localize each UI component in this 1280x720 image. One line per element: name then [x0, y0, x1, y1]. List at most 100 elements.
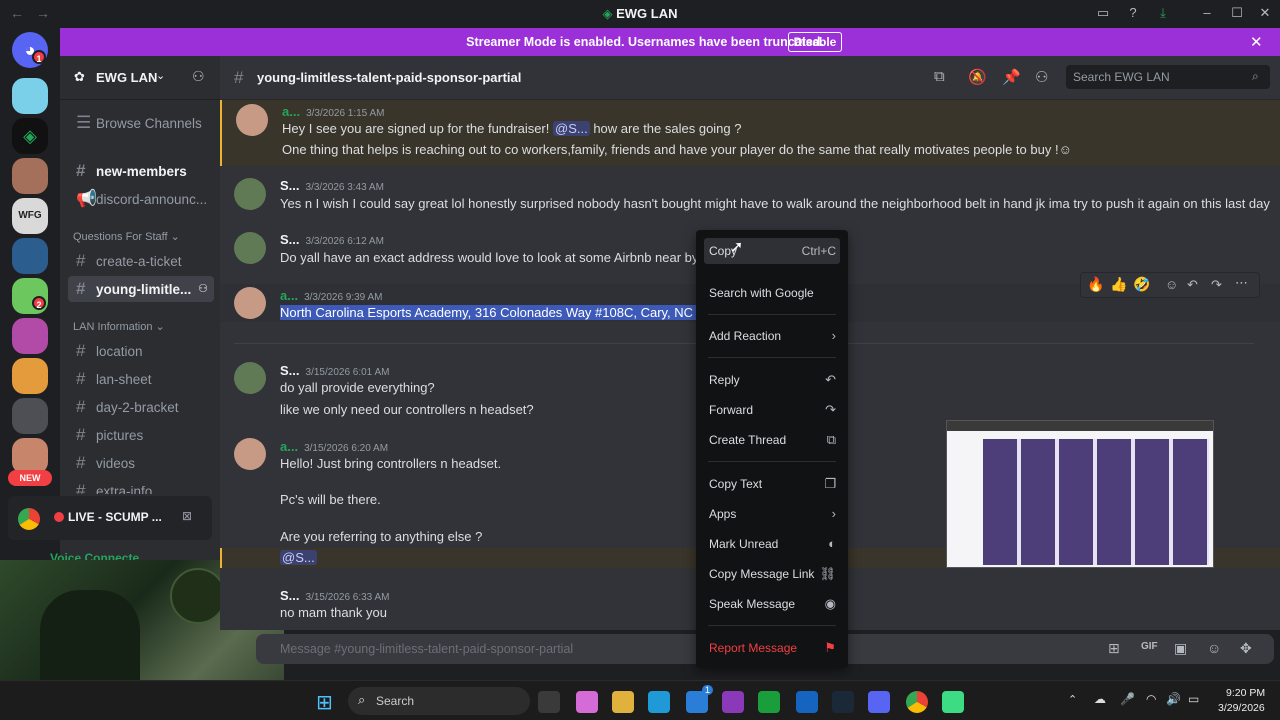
username[interactable]: a...: [280, 288, 298, 303]
battery-icon[interactable]: ▭: [1188, 692, 1199, 706]
channel-day-2-bracket[interactable]: # day-2-bracket: [68, 394, 214, 420]
server-icon[interactable]: [12, 398, 48, 434]
maximize-icon[interactable]: ☐: [1228, 5, 1246, 23]
chevron-up-icon[interactable]: ⌃: [1068, 693, 1077, 706]
menu-report[interactable]: Report Message ⚑: [704, 635, 840, 661]
channel-location[interactable]: # location: [68, 338, 214, 364]
sticker-icon[interactable]: ▣: [1174, 640, 1187, 657]
channel-new-members[interactable]: # new-members: [68, 158, 214, 184]
more-icon[interactable]: ⋯: [1235, 275, 1248, 291]
close-window-icon[interactable]: ✕: [1256, 5, 1274, 23]
close-icon[interactable]: ✕: [1250, 33, 1263, 51]
help-icon[interactable]: ?: [1124, 5, 1142, 23]
edge-icon[interactable]: [648, 691, 670, 713]
server-icon[interactable]: WFG: [12, 198, 48, 234]
channel-create-ticket[interactable]: # create-a-ticket: [68, 248, 214, 274]
microphone-icon[interactable]: 🎤: [1120, 692, 1135, 706]
volume-icon[interactable]: 🔊: [1166, 692, 1181, 706]
gift-icon[interactable]: ⊞: [1108, 640, 1120, 657]
cloud-icon[interactable]: ☁: [1094, 692, 1106, 706]
task-view-icon[interactable]: [538, 691, 560, 713]
start-icon[interactable]: ⊞: [316, 690, 333, 715]
server-icon[interactable]: [12, 238, 48, 274]
add-reaction-icon[interactable]: ☺: [1165, 277, 1178, 292]
category-questions[interactable]: Questions For Staff ⌄: [73, 230, 180, 243]
wifi-icon[interactable]: ◠: [1146, 692, 1156, 706]
username[interactable]: S...: [280, 232, 300, 247]
username[interactable]: a...: [280, 439, 298, 454]
menu-copy[interactable]: Copy Ctrl+C: [704, 238, 840, 264]
avatar[interactable]: [234, 362, 266, 394]
avatar[interactable]: [234, 232, 266, 264]
thumbs-up-reaction-icon[interactable]: 👍: [1110, 276, 1127, 293]
fire-reaction-icon[interactable]: 🔥: [1087, 276, 1104, 293]
mute-bell-icon[interactable]: 🔕: [968, 68, 987, 86]
disable-button[interactable]: Disable: [788, 32, 842, 52]
file-explorer-icon[interactable]: [612, 691, 634, 713]
minimize-icon[interactable]: –: [1198, 5, 1216, 23]
user-mention[interactable]: @S...: [553, 121, 590, 136]
menu-apps[interactable]: Apps ›: [704, 501, 840, 527]
live-activity-card[interactable]: LIVE - SCUMP ... ⊠: [8, 496, 212, 540]
forward-icon[interactable]: ↷: [1211, 277, 1222, 293]
channel-extra-info[interactable]: # extra-info: [68, 478, 214, 494]
category-lan-info[interactable]: LAN Information ⌄: [73, 320, 165, 333]
channel-young-limitless[interactable]: # young-limitle... ⚇: [68, 276, 214, 302]
chrome-icon[interactable]: [906, 691, 928, 713]
outlook-icon[interactable]: [796, 691, 818, 713]
popout-icon[interactable]: ⊠: [182, 509, 192, 523]
menu-copy-link[interactable]: Copy Message Link ⛓: [704, 561, 840, 587]
app-icon[interactable]: [942, 691, 964, 713]
add-member-icon[interactable]: ⚇: [192, 68, 205, 85]
server-icon[interactable]: [12, 438, 48, 474]
clock-time[interactable]: 9:20 PM: [1226, 687, 1265, 699]
channel-videos[interactable]: # videos: [68, 450, 214, 476]
server-icon[interactable]: [12, 358, 48, 394]
avatar[interactable]: [236, 104, 268, 136]
username[interactable]: a...: [282, 104, 300, 119]
copilot-icon[interactable]: [576, 691, 598, 713]
user-mention[interactable]: @S...: [280, 550, 317, 565]
server-icon[interactable]: [12, 318, 48, 354]
server-icon[interactable]: [12, 158, 48, 194]
xbox-icon[interactable]: [758, 691, 780, 713]
add-member-icon[interactable]: ⚇: [198, 276, 208, 302]
guild-header[interactable]: ✿ EWG LAN ⌄ ⚇: [60, 56, 220, 100]
channel-lan-sheet[interactable]: # lan-sheet: [68, 366, 214, 392]
reply-icon[interactable]: ↶: [1187, 277, 1198, 293]
username[interactable]: S...: [280, 178, 300, 193]
discord-taskbar-icon[interactable]: [868, 691, 890, 713]
steam-icon[interactable]: [832, 691, 854, 713]
channel-pictures[interactable]: # pictures: [68, 422, 214, 448]
username[interactable]: S...: [280, 363, 300, 378]
search-input[interactable]: Search EWG LAN ⌕: [1066, 65, 1270, 89]
username[interactable]: S...: [280, 588, 300, 603]
app-icon[interactable]: [722, 691, 744, 713]
menu-forward[interactable]: Forward ↷: [704, 397, 840, 423]
ewg-server-icon[interactable]: ◈: [12, 118, 48, 154]
menu-mark-unread[interactable]: Mark Unread ◐: [704, 531, 840, 557]
gif-icon[interactable]: GIF: [1141, 641, 1158, 652]
avatar[interactable]: [234, 287, 266, 319]
menu-add-reaction[interactable]: Add Reaction ›: [704, 323, 840, 349]
avatar[interactable]: [234, 438, 266, 470]
taskbar-search[interactable]: ⌕ Search: [348, 687, 530, 715]
inbox-icon[interactable]: ▭: [1094, 5, 1112, 23]
laugh-reaction-icon[interactable]: 🤣: [1133, 276, 1150, 293]
menu-search-google[interactable]: Search with Google: [704, 280, 840, 306]
message-item[interactable]: a... 3/3/2026 1:15 AM Hey I see you are s…: [220, 100, 1280, 166]
apps-icon[interactable]: ✥: [1240, 640, 1252, 657]
menu-copy-text[interactable]: Copy Text ❐: [704, 471, 840, 497]
members-icon[interactable]: ⚇: [1035, 68, 1048, 86]
menu-reply[interactable]: Reply ↶: [704, 367, 840, 393]
emoji-picker-icon[interactable]: ☺: [1207, 640, 1221, 656]
avatar[interactable]: [234, 178, 266, 210]
pin-icon[interactable]: 📌: [1002, 68, 1021, 86]
browse-channels[interactable]: ☰ Browse Channels: [68, 110, 214, 136]
menu-create-thread[interactable]: Create Thread ⧉: [704, 427, 840, 453]
message-item[interactable]: S... 3/3/2026 3:43 AM Yes n I wish I coul…: [220, 174, 1280, 214]
threads-icon[interactable]: ⧉: [934, 68, 945, 85]
clock-date[interactable]: 3/29/2026: [1218, 702, 1265, 714]
menu-speak[interactable]: Speak Message ◉: [704, 591, 840, 617]
download-icon[interactable]: ⤓: [1154, 5, 1172, 23]
